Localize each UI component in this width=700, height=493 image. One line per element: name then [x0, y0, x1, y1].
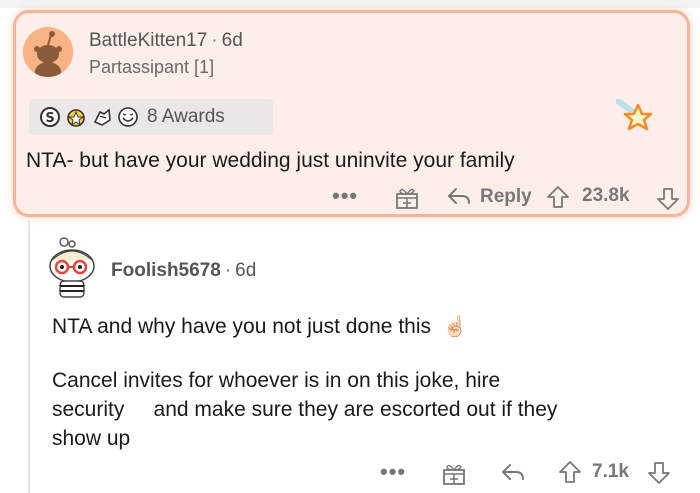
user-avatar[interactable] — [44, 236, 100, 298]
upvote-icon[interactable] — [546, 185, 570, 209]
snoo-avatar-icon — [23, 27, 73, 77]
comment-actions: ••• 7.1k — [0, 455, 700, 489]
username-link[interactable]: Foolish5678 — [111, 260, 221, 281]
comment-meta: Foolish5678 · 6d — [111, 260, 256, 282]
awards-count: 8 Awards — [147, 106, 225, 127]
top-divider-strip — [0, 0, 700, 8]
vote-score: 7.1k — [592, 461, 629, 482]
gift-award-icon[interactable] — [441, 461, 467, 487]
comment-actions: ••• Reply 23.8k — [16, 181, 693, 213]
more-options-button[interactable]: ••• — [380, 459, 406, 485]
separator-dot: · — [224, 260, 232, 281]
gold-award-icon — [67, 109, 85, 127]
thread-line[interactable] — [28, 220, 30, 493]
comment-body-line: NTA and why have you not just done this … — [52, 314, 468, 339]
downvote-icon[interactable] — [656, 187, 680, 211]
gift-award-icon[interactable] — [394, 185, 420, 211]
user-avatar[interactable] — [23, 27, 73, 77]
upvote-icon[interactable] — [558, 460, 582, 484]
comment-meta: BattleKitten17 · 6d — [89, 30, 243, 52]
username-link[interactable]: BattleKitten17 — [89, 30, 207, 51]
reply-button[interactable]: Reply — [446, 185, 532, 209]
give-award-star-icon[interactable] — [616, 99, 656, 135]
user-flair: Partassipant [1] — [89, 57, 215, 77]
laughing-award-icon — [118, 107, 138, 127]
separator-dot: · — [211, 30, 218, 51]
timestamp: 6d — [221, 30, 243, 51]
pointing-up-emoji-icon: ☝🏻 — [442, 316, 468, 338]
downvote-icon[interactable] — [647, 461, 671, 485]
reply-label: Reply — [480, 186, 532, 207]
more-options-button[interactable]: ••• — [332, 183, 358, 209]
comment-body-paragraph: Cancel invites for whoever is in on this… — [52, 369, 558, 450]
comment-body: NTA- but have your wedding just uninvite… — [26, 149, 515, 172]
reply-arrow-icon — [448, 188, 470, 204]
hand-award-icon — [93, 108, 111, 126]
vote-score: 23.8k — [582, 185, 630, 206]
svg-text:S: S — [45, 111, 54, 126]
awards-bar[interactable]: S 8 Awards — [29, 99, 273, 135]
reply-arrow-icon[interactable] — [500, 461, 526, 485]
silver-award-icon: S — [40, 107, 60, 127]
timestamp: 6d — [235, 260, 257, 281]
snoo-avatar-icon — [49, 237, 95, 298]
comment-text: NTA and why have you not just done this — [52, 315, 432, 338]
highlighted-comment: BattleKitten17 · 6d Partassipant [1] S 8 A… — [13, 10, 690, 217]
